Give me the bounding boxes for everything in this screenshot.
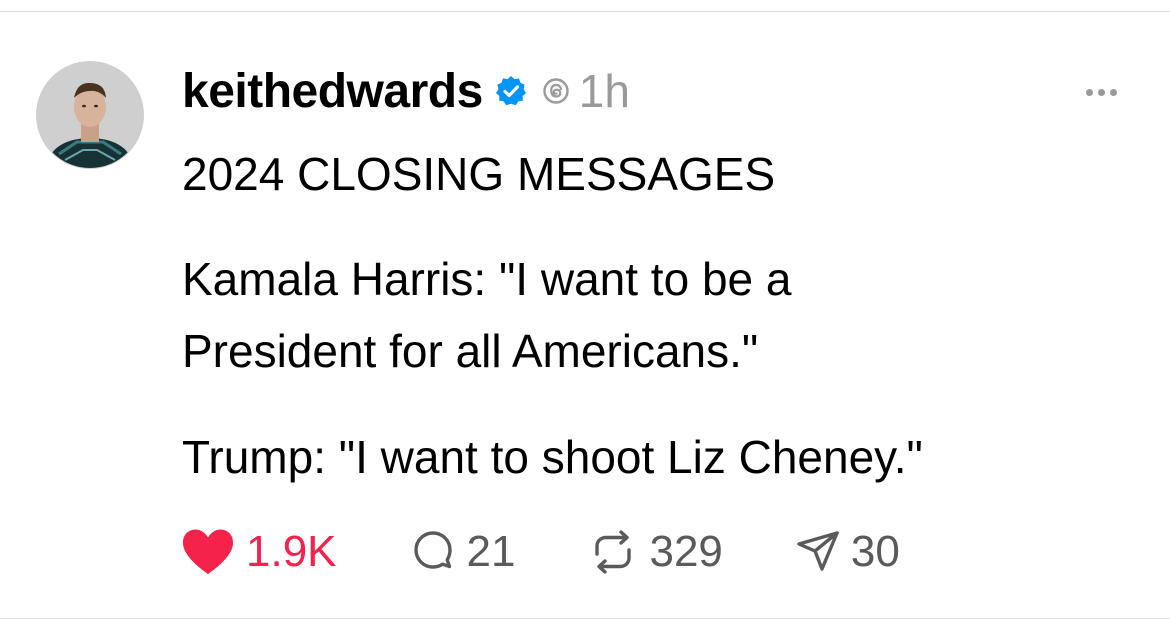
verified-badge-icon	[495, 75, 527, 107]
post-text-line: Kamala Harris: "I want to be a	[182, 253, 792, 305]
repost-count: 329	[649, 527, 723, 576]
comment-icon	[409, 528, 457, 576]
thread-post: keithedwards 1h 2024 CLOSING MESSAGES Ka…	[0, 0, 1170, 632]
more-options-button[interactable]	[1078, 80, 1124, 104]
repost-icon	[587, 528, 639, 576]
threads-icon	[541, 76, 571, 106]
more-icon	[1085, 88, 1093, 96]
timestamp: 1h	[578, 65, 630, 117]
reply-count: 21	[466, 527, 516, 576]
more-icon-dot	[1097, 88, 1105, 96]
share-count: 30	[850, 527, 900, 576]
repost-button[interactable]: 329	[587, 527, 723, 577]
avatar-image	[37, 62, 143, 168]
post-text-line: Trump: "I want to shoot Liz Cheney."	[182, 431, 923, 483]
action-bar: 1.9K 21 329 30	[180, 522, 900, 582]
post-headline: 2024 CLOSING MESSAGES	[182, 148, 776, 200]
post-header: keithedwards 1h	[182, 60, 630, 122]
share-icon	[795, 529, 841, 575]
avatar[interactable]	[37, 62, 143, 168]
like-count: 1.9K	[246, 527, 337, 576]
post-text-line: President for all Americans."	[182, 325, 759, 377]
share-button[interactable]: 30	[795, 527, 900, 577]
bottom-divider	[0, 618, 1170, 619]
more-icon-dot	[1109, 88, 1117, 96]
like-button[interactable]: 1.9K	[180, 527, 337, 577]
reply-button[interactable]: 21	[409, 527, 516, 577]
heart-icon	[180, 527, 236, 577]
username[interactable]: keithedwards	[182, 64, 483, 119]
